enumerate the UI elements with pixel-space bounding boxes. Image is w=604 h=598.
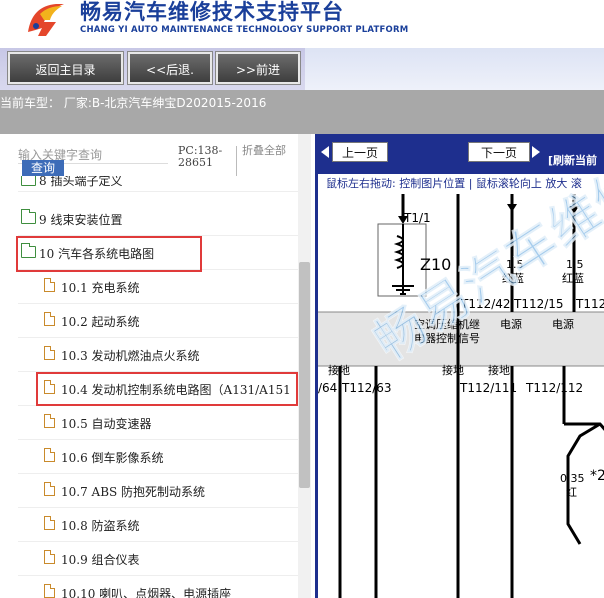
pin-label: /64 [318,381,337,395]
toolbar-right-area [305,48,604,90]
tree-item-10-2[interactable]: 10.2 起动系统 [18,304,303,338]
site-subtitle: CHANG YI AUTO MAINTENANCE TECHNOLOGY SUP… [80,25,409,35]
tree-item-10-5[interactable]: 10.5 自动变速器 [18,406,303,440]
pin-label: T112/15 [513,297,564,311]
document-icon [44,278,55,292]
tree-item-9[interactable]: 9 线束安装位置 [18,202,303,236]
tree-item-10-10[interactable]: 10.10 喇叭、点烟器、电源插座 [18,576,303,598]
tree-item-8[interactable]: 8 插头端子定义 [18,176,303,192]
current-vehicle-text: 当前车型： 厂家:B-北京汽车绅宝D202015-2016 [0,96,267,110]
folder-icon [21,176,36,186]
document-icon [44,346,55,360]
next-arrow-icon[interactable] [532,146,540,158]
ground-label: 接地 [442,364,464,377]
tree-item-10-8[interactable]: 10.8 防盗系统 [18,508,303,542]
vehicle-info-bar: 当前车型： 厂家:B-北京汽车绅宝D202015-2016 [0,90,604,134]
toolbar: 返回主目录 <<后退. >>前进 [0,48,604,90]
tree-item-10-1[interactable]: 10.1 充电系统 [18,270,303,304]
divider [236,146,237,176]
catalog-panel: 查询 PC:138-28651 折叠全部 8 插头端子定义 9 线束安装位置 1… [0,134,313,598]
power-label: 电源 [500,317,522,331]
viewer-navbar: 上一页 下一页 [刷新当前 [318,134,604,174]
pin-label: T112/10 [575,297,604,311]
prev-arrow-icon[interactable] [321,146,329,158]
document-icon [44,550,55,564]
collapse-all-button[interactable]: 折叠全部 [242,145,286,157]
ground-label: 接地 [488,364,510,377]
ground-label: 接地 [328,364,350,377]
pin-label: T112/112 [525,381,583,395]
back-button[interactable]: <<后退. [127,51,213,85]
power-label: 电源 [552,317,574,331]
document-icon [44,448,55,462]
tree-scrollbar-thumb[interactable] [299,262,310,488]
tree-item-10-9[interactable]: 10.9 组合仪表 [18,542,303,576]
logo-icon [28,4,64,36]
tree-item-10-6[interactable]: 10.6 倒车影像系统 [18,440,303,474]
pin-t1-1: T1/1 [403,211,431,225]
document-icon [44,516,55,530]
wire-color: 红蓝 [562,272,584,285]
home-button[interactable]: 返回主目录 [7,51,124,85]
document-icon [44,414,55,428]
document-icon [44,584,55,598]
app-window: 畅易汽车维修技术支持平台 CHANG YI AUTO MAINTENANCE T… [0,0,604,598]
prev-page-button[interactable]: 上一页 [332,142,388,162]
pc-code: PC:138-28651 [178,144,223,169]
folder-icon [21,209,36,224]
pin-label: T112/111 [459,381,517,395]
document-icon [44,482,55,496]
tree-item-10-3[interactable]: 10.3 发动机燃油点火系统 [18,338,303,372]
note-marker: *2 [590,468,604,484]
tree-item-10-7[interactable]: 10.7 ABS 防抱死制动系统 [18,474,303,508]
forward-button[interactable]: >>前进 [215,51,301,85]
pin-label: T112/63 [341,381,392,395]
wire-gauge: 0.35 [560,472,585,485]
site-title: 畅易汽车维修技术支持平台 [80,0,344,24]
document-icon [44,312,55,326]
diagram-viewer: 上一页 下一页 [刷新当前 鼠标左右拖动: 控制图片位置 | 鼠标滚轮向上 放大… [315,134,604,598]
site-header: 畅易汽车维修技术支持平台 CHANG YI AUTO MAINTENANCE T… [0,0,604,48]
highlight-box [16,236,202,272]
wiring-diagram[interactable]: T1/1 Z10 1.5 红蓝 1.5 红蓝 T112/42 T112/15 T… [318,153,604,598]
wire-color: 红 [566,486,577,499]
next-page-button[interactable]: 下一页 [468,142,530,162]
search-button[interactable]: 查询 [22,160,64,176]
highlight-box [36,372,298,406]
